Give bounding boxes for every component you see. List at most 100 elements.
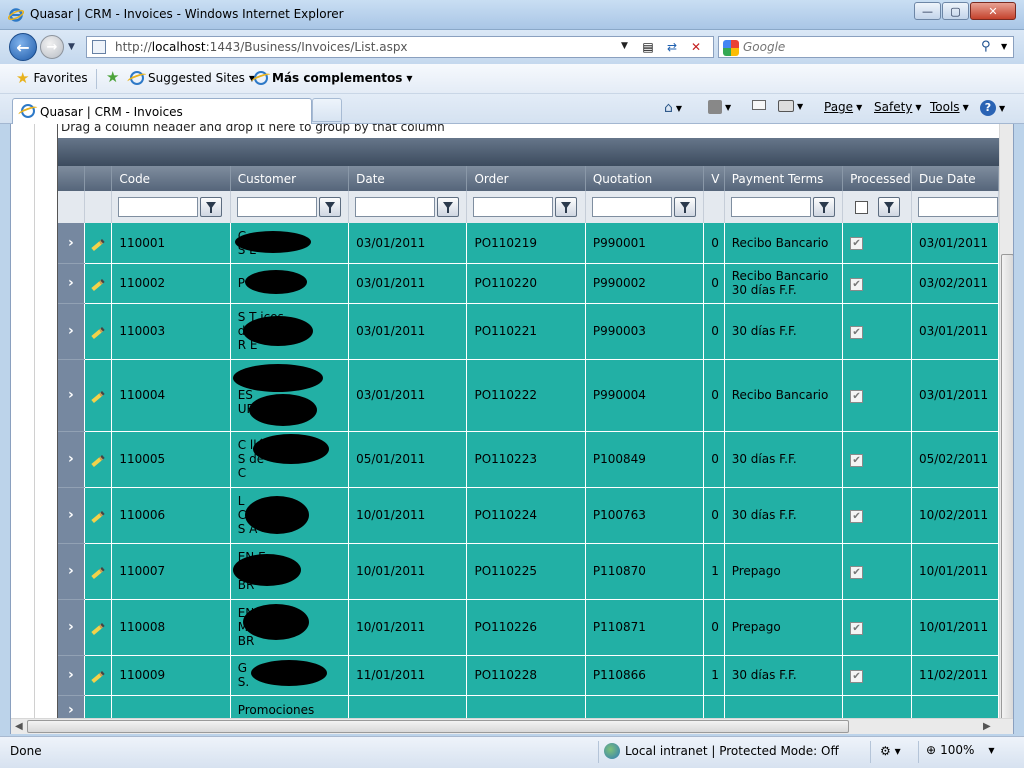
edit-row-button[interactable]	[84, 599, 113, 656]
vertical-scrollbar[interactable]	[999, 124, 1013, 724]
address-field[interactable]: http://localhost:1443/Business/Invoices/…	[86, 36, 714, 58]
date-filter-input[interactable]	[355, 197, 436, 217]
table-row[interactable]: ›110007EN E BR10/01/2011PO110225P1108701…	[58, 543, 999, 600]
new-tab-button[interactable]	[312, 98, 342, 122]
processed-checkbox[interactable]: ✔	[850, 237, 864, 251]
processed-checkbox[interactable]: ✔	[850, 277, 864, 291]
zoom-control[interactable]: ⊕ 100% ▼	[926, 743, 995, 757]
stop-icon[interactable]: ✕	[686, 39, 706, 55]
quotation-filter-input[interactable]	[591, 197, 672, 217]
protected-mode-icon[interactable]: ⚙ ▾	[880, 744, 901, 758]
processed-checkbox[interactable]: ✔	[850, 509, 864, 523]
minimize-button[interactable]: —	[914, 2, 941, 20]
filter-icon[interactable]	[673, 197, 696, 217]
safety-menu[interactable]: Safety ▼	[874, 100, 922, 114]
customer-filter-input[interactable]	[236, 197, 317, 217]
expand-row-button[interactable]: ›	[58, 263, 85, 304]
group-by-zone[interactable]: Drag a column header and drop it here to…	[58, 124, 999, 138]
table-row[interactable]: › 110006L C A S A10/01/2011PO110224P10076…	[58, 487, 999, 544]
forward-button[interactable]: →	[40, 35, 64, 59]
refresh-icon[interactable]: ⇄	[662, 39, 682, 55]
column-header-due-date[interactable]: Due Date	[911, 166, 999, 191]
close-button[interactable]: ✕	[970, 2, 1016, 20]
filter-icon[interactable]	[555, 197, 578, 217]
filter-icon[interactable]	[318, 197, 341, 217]
address-url[interactable]: http://localhost:1443/Business/Invoices/…	[115, 40, 408, 54]
processed-checkbox[interactable]: ✔	[850, 325, 864, 339]
column-header-quotation[interactable]: Quotation	[585, 166, 705, 191]
page-menu[interactable]: Page ▼	[824, 100, 862, 114]
expand-row-button[interactable]: ›	[58, 303, 85, 360]
filter-icon[interactable]	[200, 197, 223, 217]
edit-row-button[interactable]	[84, 263, 113, 304]
due-date-filter-input[interactable]	[917, 197, 998, 217]
processed-checkbox[interactable]: ✔	[850, 389, 864, 403]
order-filter-input[interactable]	[473, 197, 554, 217]
table-row[interactable]: › Promociones	[58, 695, 999, 718]
table-row[interactable]: ›110008ENR M BR10/01/2011PO110226P110871…	[58, 599, 999, 656]
compatibility-view-icon[interactable]: ▤	[638, 39, 658, 55]
edit-row-button[interactable]	[84, 431, 113, 488]
expand-row-button[interactable]: ›	[58, 543, 85, 600]
expand-row-button[interactable]: ›	[58, 359, 85, 432]
edit-row-button[interactable]	[84, 655, 113, 696]
table-row[interactable]: ›110001C S L03/01/2011PO110219P9900010Re…	[58, 223, 999, 264]
table-row[interactable]: › 110002P SL03/01/2011PO110220P9900020Rec…	[58, 263, 999, 304]
feeds-button[interactable]: ▼	[708, 100, 731, 114]
address-dropdown-icon[interactable]: ▼	[621, 41, 628, 51]
column-header-date[interactable]: Date	[348, 166, 468, 191]
expand-row-button[interactable]: ›	[58, 599, 85, 656]
add-to-favorites-bar-button[interactable]: ★	[106, 70, 119, 85]
processed-filter-checkbox[interactable]	[855, 200, 869, 214]
edit-row-button[interactable]	[84, 487, 113, 544]
print-button[interactable]: ▼	[778, 100, 803, 112]
column-header-v[interactable]: V	[703, 166, 725, 191]
filter-icon[interactable]	[437, 197, 460, 217]
more-addons-link[interactable]: Más complementos ▼	[254, 71, 413, 85]
suggested-sites-link[interactable]: Suggested Sites ▼	[130, 71, 255, 85]
vertical-scroll-thumb[interactable]	[1001, 254, 1013, 724]
read-mail-button[interactable]	[752, 100, 766, 110]
horizontal-scrollbar[interactable]: ◀ ▶	[11, 718, 1013, 734]
column-header-processed[interactable]: Processed	[842, 166, 912, 191]
back-button[interactable]: ←	[9, 33, 37, 61]
scroll-left-icon[interactable]: ◀	[15, 721, 23, 732]
processed-checkbox[interactable]: ✔	[850, 669, 864, 683]
column-header-customer[interactable]: Customer	[230, 166, 350, 191]
home-button[interactable]: ⌂ ▼	[664, 100, 682, 116]
processed-checkbox[interactable]: ✔	[850, 565, 864, 579]
search-input[interactable]	[743, 39, 973, 55]
expand-row-button[interactable]: ›	[58, 223, 85, 264]
scroll-right-icon[interactable]: ▶	[983, 721, 991, 732]
edit-row-button[interactable]	[84, 359, 113, 432]
edit-row-button[interactable]	[84, 223, 113, 264]
maximize-button[interactable]: ▢	[942, 2, 969, 20]
help-button[interactable]: ? ▼	[980, 100, 1005, 116]
search-icon[interactable]: ⚲	[981, 39, 991, 54]
table-row[interactable]: › 110009 G S. 11/01/2011 PO110228 P110866 1 30 …	[58, 655, 999, 696]
edit-row-button[interactable]	[84, 543, 113, 600]
column-header-payment-terms[interactable]: Payment Terms	[724, 166, 844, 191]
recent-pages-dropdown-icon[interactable]: ▼	[68, 42, 75, 52]
expand-row-button[interactable]: ›	[58, 695, 85, 718]
expand-row-button[interactable]: ›	[58, 487, 85, 544]
payment-terms-filter-input[interactable]	[730, 197, 811, 217]
security-zone[interactable]: Local intranet | Protected Mode: Off	[604, 743, 839, 759]
processed-checkbox[interactable]: ✔	[850, 453, 864, 467]
column-header-code[interactable]: Code	[111, 166, 231, 191]
filter-icon[interactable]	[878, 197, 901, 217]
edit-row-button[interactable]	[84, 695, 113, 718]
edit-row-button[interactable]	[84, 303, 113, 360]
code-filter-input[interactable]	[118, 197, 199, 217]
table-row[interactable]: › 110005C llón S de C05/01/2011PO110223P1…	[58, 431, 999, 488]
table-row[interactable]: ›110004 ES UR TE03/01/2011PO110222P99000…	[58, 359, 999, 432]
tools-menu[interactable]: Tools ▼	[930, 100, 969, 114]
tab-quasar-invoices[interactable]: Quasar | CRM - Invoices	[12, 98, 312, 124]
favorites-button[interactable]: ★ Favorites	[16, 71, 88, 86]
column-header-order[interactable]: Order	[466, 166, 586, 191]
processed-checkbox[interactable]: ✔	[850, 621, 864, 635]
search-box[interactable]: ⚲ ▼	[718, 36, 1014, 58]
expand-row-button[interactable]: ›	[58, 431, 85, 488]
table-row[interactable]: ›110003S T icos d R E03/01/2011PO110221P…	[58, 303, 999, 360]
horizontal-scroll-thumb[interactable]	[27, 720, 849, 733]
